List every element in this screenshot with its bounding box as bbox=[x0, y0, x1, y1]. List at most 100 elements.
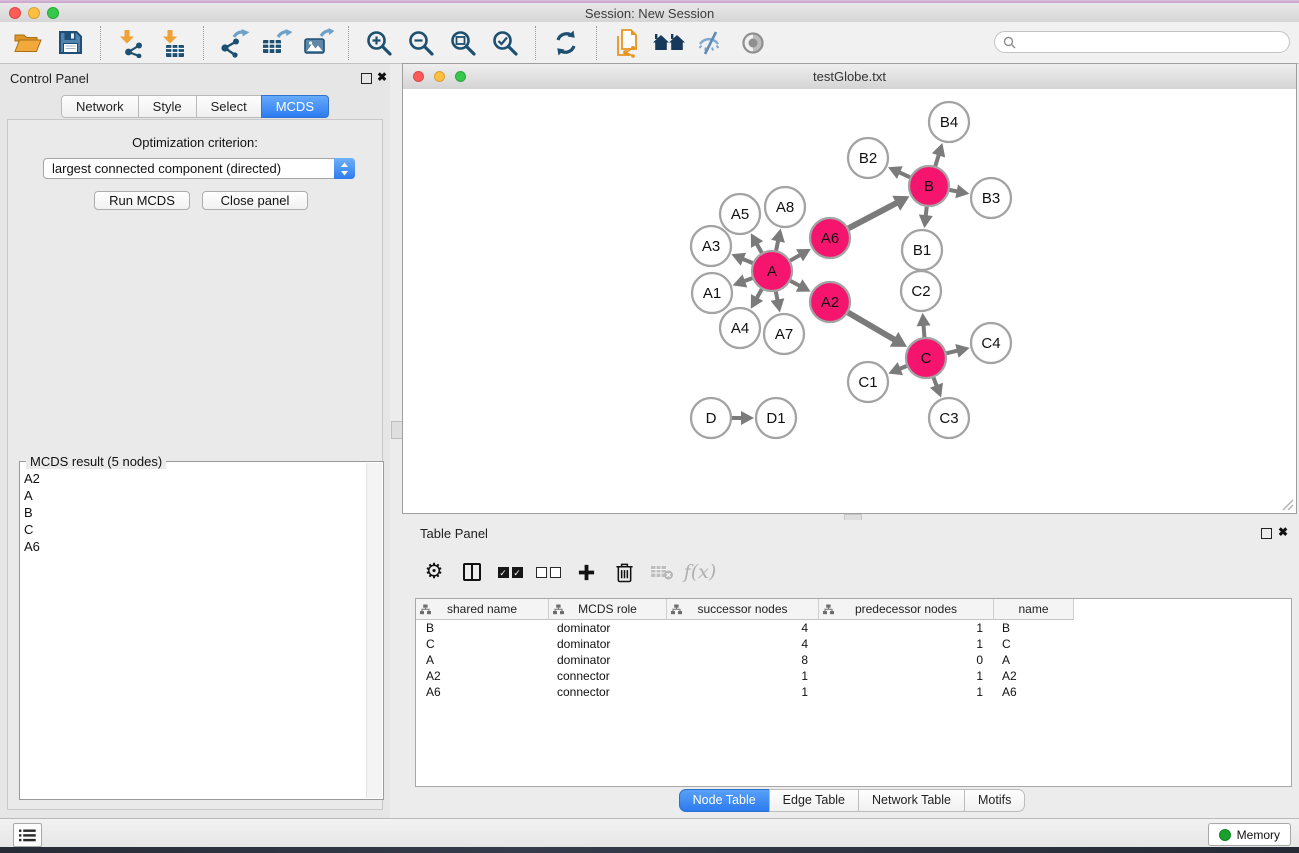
table-row[interactable]: Cdominator41C bbox=[416, 636, 1291, 652]
mcds-result-item[interactable]: A bbox=[24, 487, 366, 504]
node-C1[interactable]: C1 bbox=[848, 362, 888, 402]
node-label: B2 bbox=[859, 150, 877, 167]
toolbar-separator bbox=[596, 26, 597, 60]
zoom-out-button[interactable] bbox=[400, 24, 442, 62]
mcds-result-item[interactable]: B bbox=[24, 504, 366, 521]
select-all-button[interactable]: ✓✓ bbox=[493, 555, 527, 589]
node-label: C2 bbox=[911, 283, 930, 300]
node-B2[interactable]: B2 bbox=[848, 138, 888, 178]
table-row[interactable]: A2connector11A2 bbox=[416, 668, 1291, 684]
mcds-result-item[interactable]: A2 bbox=[24, 470, 366, 487]
tab-motifs[interactable]: Motifs bbox=[964, 789, 1025, 812]
hide-selected-button[interactable] bbox=[690, 24, 732, 62]
table-row[interactable]: A6connector11A6 bbox=[416, 684, 1291, 700]
table-cell: C bbox=[416, 637, 549, 651]
show-all-button[interactable] bbox=[732, 24, 774, 62]
node-A6[interactable]: A6 bbox=[810, 218, 850, 258]
search-input[interactable] bbox=[1021, 34, 1281, 50]
node-label: A6 bbox=[821, 230, 839, 247]
table-row[interactable]: Bdominator41B bbox=[416, 620, 1291, 636]
float-panel-icon[interactable] bbox=[361, 73, 372, 84]
node-label: A1 bbox=[703, 285, 721, 302]
close-panel-icon[interactable]: ✖ bbox=[377, 72, 387, 82]
edge-arrow-D-D1 bbox=[741, 411, 754, 425]
mcds-result-item[interactable]: A6 bbox=[24, 538, 366, 555]
tab-select[interactable]: Select bbox=[196, 95, 262, 118]
node-A8[interactable]: A8 bbox=[765, 187, 805, 227]
new-network-from-selection-button[interactable] bbox=[606, 24, 648, 62]
apply-layout-button[interactable] bbox=[545, 24, 587, 62]
column-header-MCDS-role[interactable]: MCDS role bbox=[549, 599, 667, 620]
zoom-in-button[interactable] bbox=[358, 24, 400, 62]
tab-network[interactable]: Network bbox=[61, 95, 139, 118]
node-A5[interactable]: A5 bbox=[720, 194, 760, 234]
search-icon bbox=[1003, 36, 1016, 49]
table-cell: 1 bbox=[667, 669, 819, 683]
table-body: Bdominator41BCdominator41CAdominator80AA… bbox=[416, 620, 1291, 700]
column-header-predecessor-nodes[interactable]: predecessor nodes bbox=[819, 599, 994, 620]
tab-network-table[interactable]: Network Table bbox=[858, 789, 965, 812]
close-table-panel-icon[interactable]: ✖ bbox=[1278, 527, 1288, 537]
optimization-criterion-select[interactable]: largest connected component (directed) bbox=[43, 158, 355, 179]
settings-button[interactable]: ⚙ bbox=[417, 555, 451, 589]
save-session-icon bbox=[57, 29, 84, 56]
node-B3[interactable]: B3 bbox=[971, 178, 1011, 218]
result-scrollbar[interactable] bbox=[366, 463, 382, 798]
export-table-button[interactable] bbox=[255, 24, 297, 62]
run-mcds-button[interactable]: Run MCDS bbox=[94, 191, 190, 210]
node-C[interactable]: C bbox=[906, 338, 946, 378]
node-A4[interactable]: A4 bbox=[720, 308, 760, 348]
node-A7[interactable]: A7 bbox=[764, 314, 804, 354]
node-A1[interactable]: A1 bbox=[692, 273, 732, 313]
network-graph: A A1 A2 A3 A4 A5 A6 A7 A8 B B1 B2 B3B4 C C1 C2 C3 C4 D D1 bbox=[403, 89, 1296, 513]
import-network-button[interactable] bbox=[110, 24, 152, 62]
node-label: C bbox=[921, 350, 932, 367]
node-B[interactable]: B bbox=[909, 166, 949, 206]
tab-node-table[interactable]: Node Table bbox=[679, 789, 770, 812]
tab-edge-table[interactable]: Edge Table bbox=[769, 789, 859, 812]
zoom-fit-button[interactable] bbox=[442, 24, 484, 62]
column-header-name[interactable]: name bbox=[994, 599, 1074, 620]
table-cell: connector bbox=[549, 685, 667, 699]
network-canvas[interactable]: A A1 A2 A3 A4 A5 A6 A7 A8 B B1 B2 B3B4 C C1 C2 C3 C4 D D1 bbox=[403, 89, 1296, 513]
list-icon bbox=[19, 829, 36, 842]
close-panel-button[interactable]: Close panel bbox=[202, 191, 308, 210]
open-file-button[interactable] bbox=[7, 24, 49, 62]
tab-mcds[interactable]: MCDS bbox=[261, 95, 329, 118]
first-neighbors-button[interactable] bbox=[648, 24, 690, 62]
mcds-result-item[interactable]: C bbox=[24, 521, 366, 538]
node-A[interactable]: A bbox=[752, 251, 792, 291]
node-A2[interactable]: A2 bbox=[810, 282, 850, 322]
zoom-selected-button[interactable] bbox=[484, 24, 526, 62]
column-header-label: MCDS role bbox=[578, 602, 637, 616]
memory-label: Memory bbox=[1237, 828, 1280, 842]
columns-button[interactable] bbox=[455, 555, 489, 589]
node-D1[interactable]: D1 bbox=[756, 398, 796, 438]
node-C3[interactable]: C3 bbox=[929, 398, 969, 438]
delete-column-button[interactable] bbox=[607, 555, 641, 589]
column-header-successor-nodes[interactable]: successor nodes bbox=[667, 599, 819, 620]
table-row[interactable]: Adominator80A bbox=[416, 652, 1291, 668]
save-session-button[interactable] bbox=[49, 24, 91, 62]
float-table-panel-icon[interactable] bbox=[1261, 528, 1272, 539]
app-title: Session: New Session bbox=[0, 6, 1299, 21]
panel-list-button[interactable] bbox=[13, 823, 42, 847]
node-label: C4 bbox=[981, 335, 1000, 352]
tab-style[interactable]: Style bbox=[138, 95, 197, 118]
memory-button[interactable]: Memory bbox=[1208, 823, 1291, 846]
column-header-shared-name[interactable]: shared name bbox=[416, 599, 549, 620]
import-network-icon bbox=[116, 28, 146, 58]
deselect-all-button[interactable]: ✓✓ bbox=[531, 555, 565, 589]
node-C4[interactable]: C4 bbox=[971, 323, 1011, 363]
export-network-button[interactable] bbox=[213, 24, 255, 62]
add-column-button[interactable] bbox=[569, 555, 603, 589]
resize-grip-icon[interactable] bbox=[1282, 499, 1294, 511]
node-B4[interactable]: B4 bbox=[929, 102, 969, 142]
toolbar-separator bbox=[535, 26, 536, 60]
node-B1[interactable]: B1 bbox=[902, 230, 942, 270]
node-C2[interactable]: C2 bbox=[901, 271, 941, 311]
node-D[interactable]: D bbox=[691, 398, 731, 438]
import-table-button[interactable] bbox=[152, 24, 194, 62]
export-image-button[interactable] bbox=[297, 24, 339, 62]
node-A3[interactable]: A3 bbox=[691, 226, 731, 266]
